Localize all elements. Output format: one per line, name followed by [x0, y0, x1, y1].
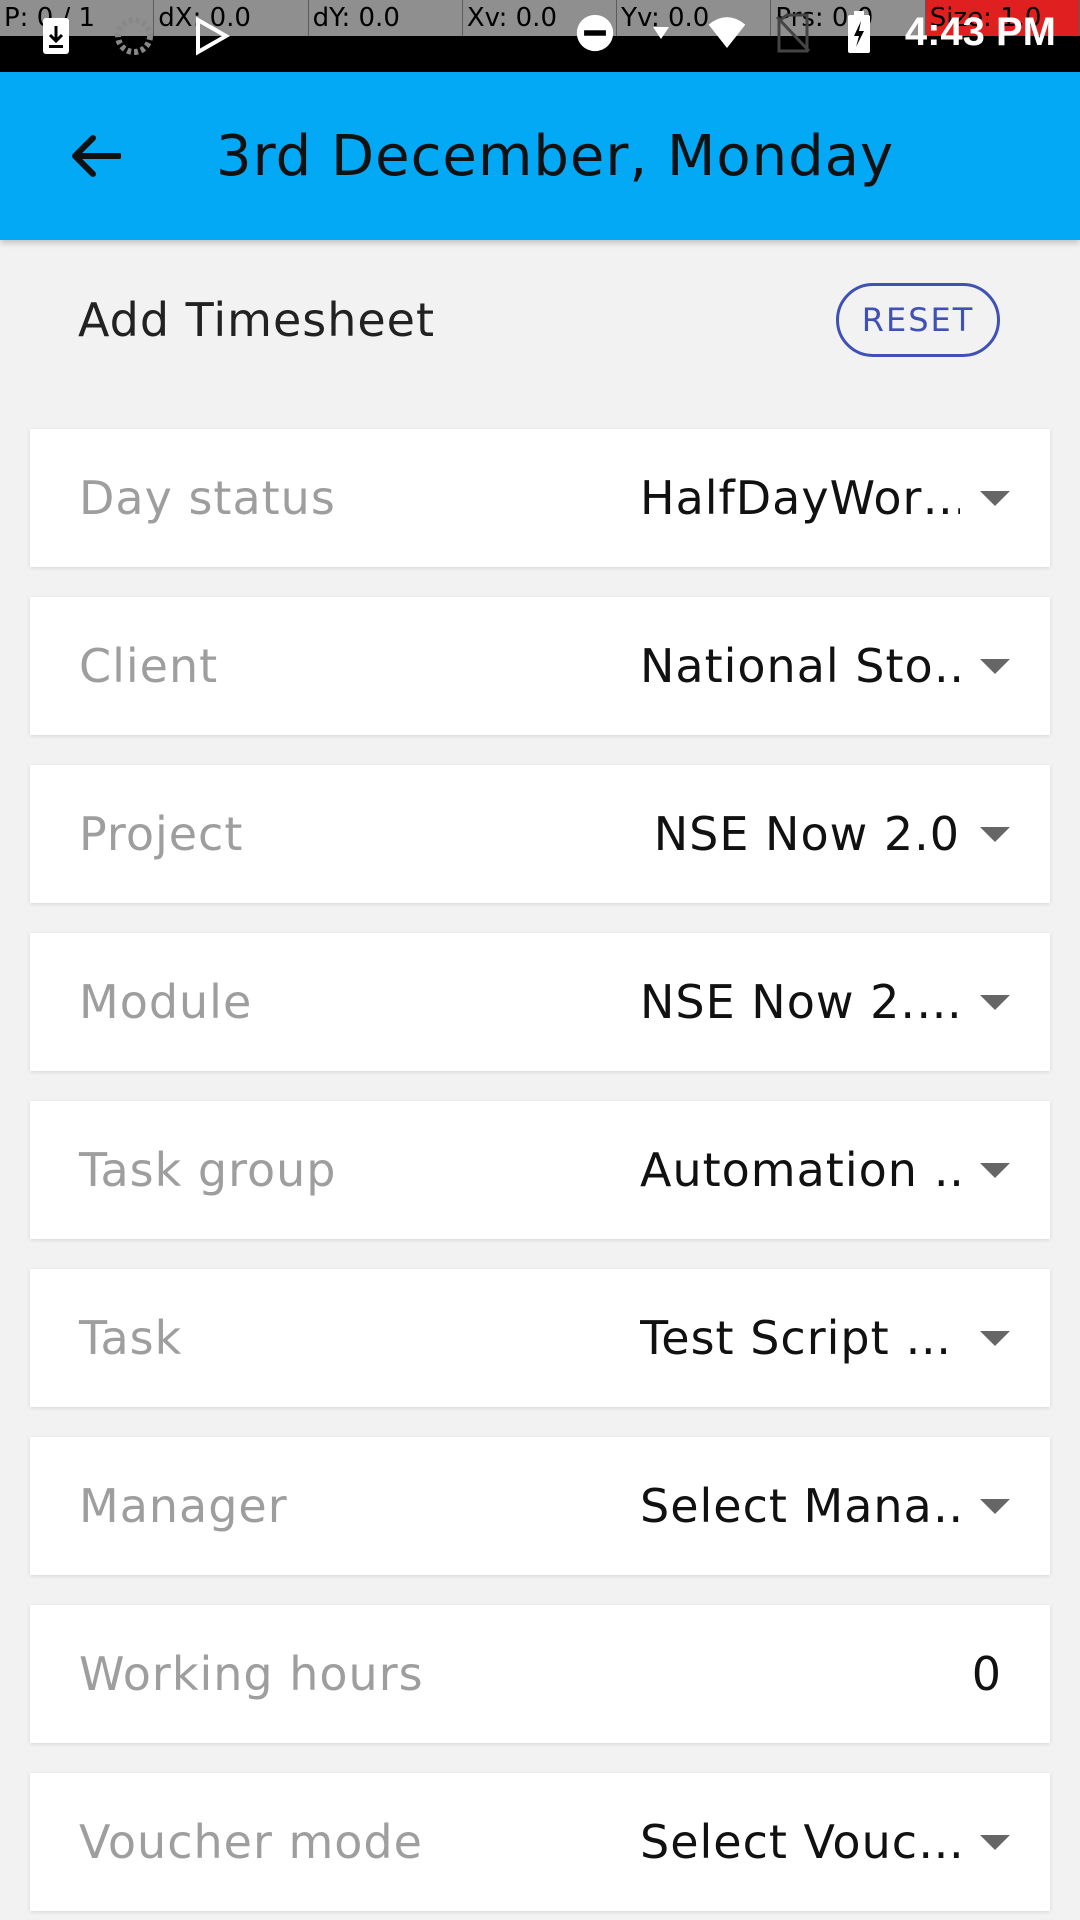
field-label: Project	[79, 807, 244, 861]
status-time: 4:43 PM	[904, 10, 1056, 54]
module-dropdown[interactable]: Module NSE Now 2.…	[30, 933, 1050, 1071]
app-bar: 3rd December, Monday	[0, 72, 1080, 240]
field-value: NSE Now 2.0	[653, 807, 960, 861]
caret-down-icon	[980, 1162, 1010, 1178]
no-sim-icon	[773, 11, 813, 55]
day-status-dropdown[interactable]: Day status HalfDayWor…	[30, 429, 1050, 567]
caret-down-icon	[980, 490, 1010, 506]
wifi-icon	[707, 11, 747, 55]
field-value: Test Script …	[640, 1311, 953, 1365]
loading-icon	[114, 14, 154, 58]
client-dropdown[interactable]: Client National Sto…	[30, 597, 1050, 735]
field-value: National Sto…	[640, 639, 960, 693]
caret-down-icon	[980, 994, 1010, 1010]
caret-down-icon	[980, 658, 1010, 674]
field-label: Manager	[79, 1479, 288, 1533]
reset-button[interactable]: RESET	[836, 283, 1000, 357]
play-store-icon	[192, 14, 232, 58]
form-header: Add Timesheet RESET	[0, 240, 1080, 400]
field-label: Voucher mode	[79, 1815, 423, 1869]
status-icons-right: 4:43 PM	[575, 10, 1056, 55]
task-dropdown[interactable]: Task Test Script …	[30, 1269, 1050, 1407]
arrow-left-icon	[72, 135, 121, 177]
project-dropdown[interactable]: Project NSE Now 2.0	[30, 765, 1050, 903]
field-label: Client	[79, 639, 219, 693]
manager-dropdown[interactable]: Manager Select Mana…	[30, 1437, 1050, 1575]
field-label: Task group	[79, 1143, 337, 1197]
task-group-dropdown[interactable]: Task group Automation …	[30, 1101, 1050, 1239]
caret-down-icon	[980, 826, 1010, 842]
field-value: HalfDayWor…	[640, 471, 960, 525]
debug-dy: dY: 0.0	[309, 0, 463, 36]
working-hours-field[interactable]: Working hours 0	[30, 1605, 1050, 1743]
working-hours-input[interactable]: 0	[972, 1647, 1002, 1701]
back-button[interactable]	[50, 111, 140, 201]
caret-down-icon	[980, 1498, 1010, 1514]
field-label: Working hours	[79, 1647, 424, 1701]
field-value: Select Vouc…	[640, 1815, 960, 1869]
caret-down-icon	[980, 1330, 1010, 1346]
status-icons-left	[36, 14, 232, 58]
dnd-icon	[575, 11, 615, 55]
field-value: Select Mana…	[640, 1479, 960, 1533]
form-title: Add Timesheet	[78, 293, 436, 347]
timesheet-form: Day status HalfDayWor… Client National S…	[30, 429, 1050, 1920]
field-label: Day status	[79, 471, 336, 525]
voucher-mode-dropdown[interactable]: Voucher mode Select Vouc…	[30, 1773, 1050, 1911]
field-label: Task	[79, 1311, 183, 1365]
page-title: 3rd December, Monday	[216, 123, 895, 189]
field-label: Module	[79, 975, 253, 1029]
caret-down-icon	[980, 1834, 1010, 1850]
battery-charging-icon	[839, 10, 879, 55]
field-value: Automation …	[640, 1143, 960, 1197]
field-value: NSE Now 2.…	[640, 975, 960, 1029]
signal-arrow-icon	[641, 11, 681, 55]
download-icon	[36, 14, 76, 58]
